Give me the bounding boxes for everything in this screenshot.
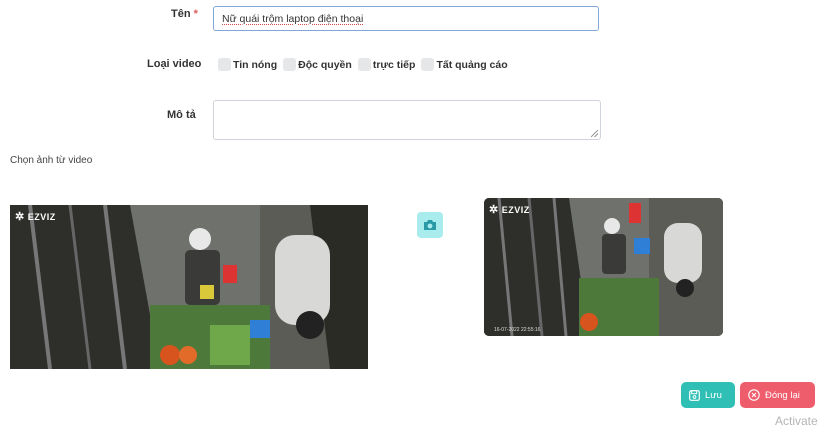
close-circle-icon <box>748 389 760 401</box>
camera-icon <box>424 220 436 230</box>
video-type-live-label: trực tiếp <box>372 58 416 71</box>
name-input-value: Nữ quái trộm laptop điện thoại <box>222 12 364 25</box>
save-button-label: Lưu <box>705 389 722 401</box>
video-frame-image <box>10 205 368 369</box>
checkbox-exclusive[interactable] <box>283 58 297 71</box>
name-input[interactable]: Nữ quái trộm laptop điện thoại <box>213 6 599 31</box>
ezviz-watermark: ✲ EZVIZ <box>15 211 56 223</box>
selected-thumbnail[interactable]: ✲ EZVIZ 16-07-2022 22:55:16 <box>484 198 723 336</box>
frame-timestamp: 16-07-2022 22:55:16 <box>494 327 541 333</box>
resize-handle-icon[interactable] <box>591 130 598 137</box>
description-textarea[interactable] <box>213 100 601 140</box>
thumbnail-section-title: Chọn ảnh từ video <box>10 155 93 166</box>
video-type-label: Loại video <box>147 58 202 70</box>
activate-watermark: Activate <box>775 414 818 428</box>
required-mark: * <box>193 8 198 20</box>
video-type-no-ads[interactable]: Tất quảng cáo <box>421 58 508 71</box>
selected-thumbnail-image <box>484 198 723 336</box>
video-type-options: Tin nóng Độc quyền trực tiếp Tất quảng c… <box>218 58 514 71</box>
checkbox-live[interactable] <box>357 58 371 71</box>
close-button-label: Đóng lại <box>765 389 800 401</box>
video-type-exclusive[interactable]: Độc quyền <box>283 58 352 71</box>
checkbox-no-ads[interactable] <box>421 58 435 71</box>
capture-frame-button[interactable] <box>417 212 443 238</box>
thumbnail-ezviz-text: EZVIZ <box>501 204 530 215</box>
ezviz-watermark-text: EZVIZ <box>27 211 56 222</box>
description-label: Mô tả <box>167 109 196 121</box>
video-type-hot-news-label: Tin nóng <box>233 58 278 71</box>
checkbox-hot-news[interactable] <box>218 58 231 71</box>
save-button[interactable]: Lưu <box>681 382 735 408</box>
video-frame[interactable]: ✲ EZVIZ <box>10 205 368 369</box>
name-label: Tên * <box>171 8 198 20</box>
save-icon <box>689 389 700 401</box>
video-type-no-ads-label: Tất quảng cáo <box>436 58 508 71</box>
name-label-text: Tên <box>171 8 191 20</box>
video-type-live[interactable]: trực tiếp <box>357 58 416 71</box>
video-type-exclusive-label: Độc quyền <box>298 58 352 71</box>
thumbnail-ezviz-watermark: ✲ EZVIZ <box>489 204 530 216</box>
video-type-hot-news[interactable]: Tin nóng <box>218 58 277 71</box>
close-button[interactable]: Đóng lại <box>740 382 815 408</box>
